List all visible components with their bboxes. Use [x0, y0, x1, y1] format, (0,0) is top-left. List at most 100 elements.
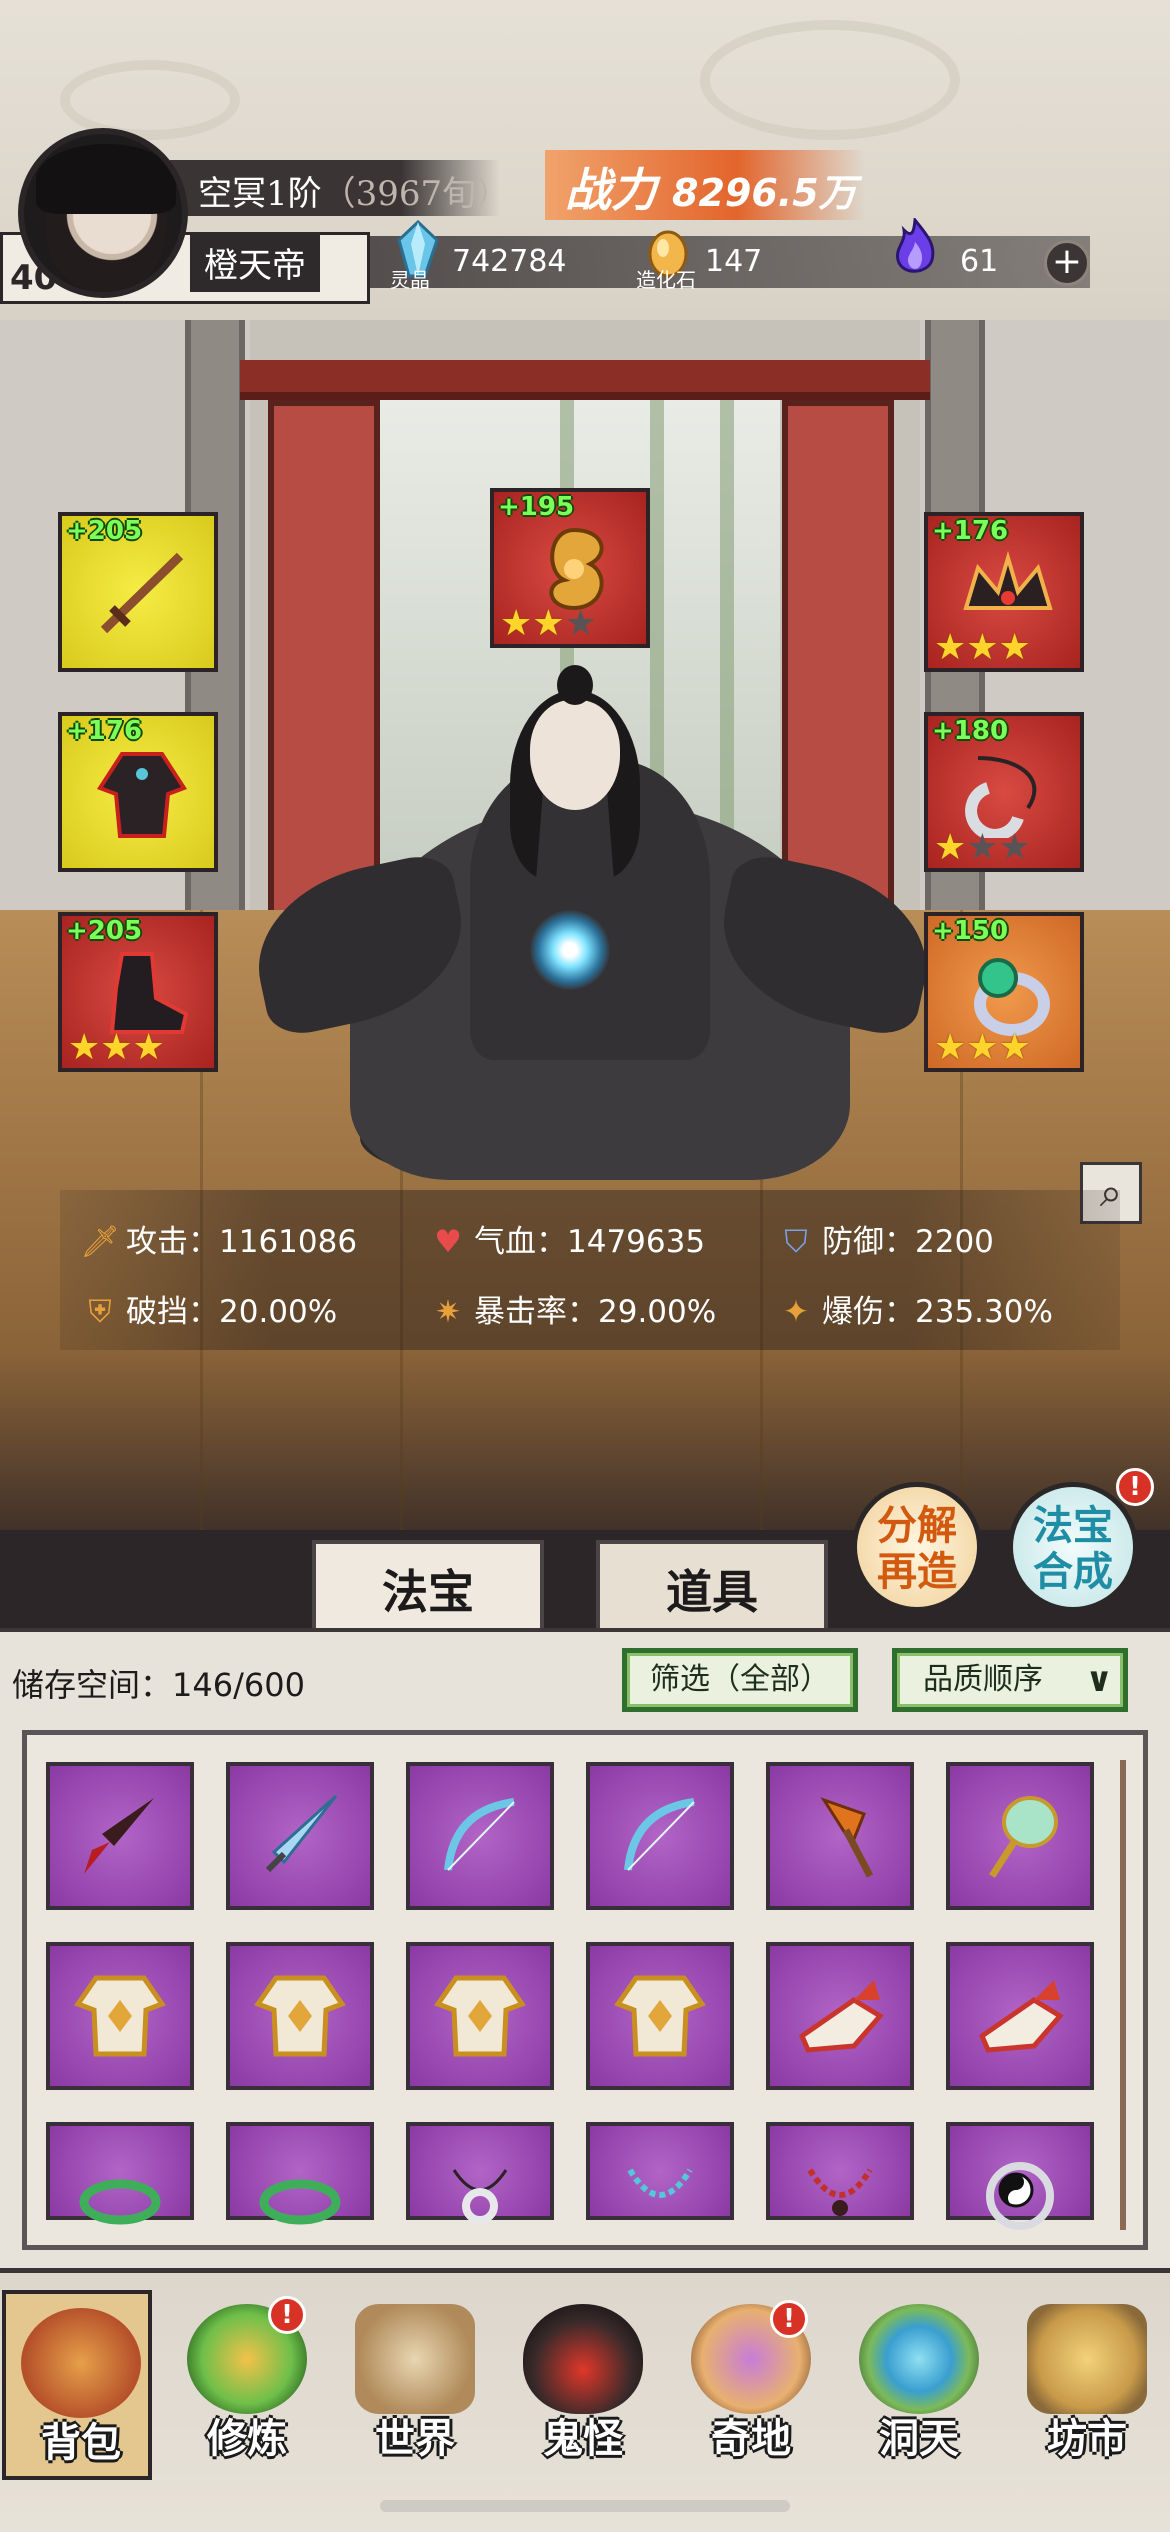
character-bun: [557, 665, 593, 705]
pendant-icon: [452, 2169, 508, 2224]
filter-button[interactable]: 筛选（全部）: [622, 1648, 858, 1712]
decompose-button[interactable]: 分解 再造: [852, 1482, 982, 1612]
inventory-item[interactable]: [406, 1762, 554, 1910]
ring-icon: [958, 948, 1058, 1038]
resource-value: 742784: [452, 244, 567, 279]
home-indicator[interactable]: [380, 2500, 790, 2512]
nav-grotto[interactable]: 洞天: [844, 2290, 994, 2480]
inventory-item[interactable]: [586, 1762, 734, 1910]
stat-label: 暴击率：: [474, 1294, 598, 1330]
gold-armor-icon: [254, 1975, 346, 2057]
button-label: 法宝: [1033, 1502, 1113, 1549]
door: [782, 400, 894, 920]
inventory-item[interactable]: [46, 2122, 194, 2225]
gold-armor-icon: [614, 1975, 706, 2057]
inventory-item[interactable]: [586, 2122, 734, 2220]
equip-slot-ring[interactable]: +150 ★★★: [924, 912, 1084, 1072]
sort-label: 品质顺序: [923, 1662, 1043, 1697]
equip-level: +150: [932, 916, 1009, 946]
robe-icon: [92, 748, 192, 838]
inventory-item[interactable]: [406, 2122, 554, 2224]
gold-armor-icon: [74, 1975, 166, 2057]
power-label: 战力: [565, 163, 657, 217]
inventory-item[interactable]: [766, 1762, 914, 1910]
stat-label: 爆伤：: [822, 1294, 915, 1330]
purple-flame-icon: [890, 216, 936, 276]
nav-backpack[interactable]: 背包: [2, 2290, 152, 2480]
inventory-item[interactable]: [46, 1942, 194, 2090]
age-text: （3967旬）: [321, 174, 511, 214]
equip-level: +176: [932, 516, 1009, 546]
backpack-icon: [21, 2308, 141, 2418]
stat-label: 攻击：: [126, 1224, 219, 1260]
sword-icon: [92, 548, 192, 638]
synthesize-button[interactable]: 法宝 合成: [1008, 1482, 1138, 1612]
health-icon: ♥: [434, 1224, 462, 1260]
inventory-item[interactable]: [226, 1942, 374, 2090]
inventory-item[interactable]: [226, 2122, 374, 2225]
inventory-item[interactable]: [586, 1942, 734, 2090]
nav-label: 洞天: [879, 2415, 959, 2462]
equip-slot-boots[interactable]: +205 ★★★: [58, 912, 218, 1072]
game-screen: 40 空冥1阶（3967旬） 橙天帝 战力 8296.5万 灵晶 742784 …: [0, 0, 1170, 2532]
winged-boots-icon: [978, 1980, 1064, 2053]
inventory-item[interactable]: [46, 1762, 194, 1910]
inventory-item[interactable]: [226, 1762, 374, 1910]
equip-level: +176: [66, 716, 143, 746]
bead-necklace-icon: [627, 2168, 693, 2198]
crystal-sword-icon: [265, 1794, 338, 1873]
equip-slot-crown[interactable]: +176 ★★★: [924, 512, 1084, 672]
equip-level: +205: [66, 916, 143, 946]
nav-label: 世界: [375, 2415, 455, 2462]
avatar-hair: [36, 144, 176, 214]
stat-health: ♥ 气血：1479635: [428, 1216, 705, 1261]
alert-badge: !: [770, 2300, 808, 2338]
character-head: [530, 700, 620, 810]
leaf-wreath-icon: [259, 2179, 341, 2225]
equip-stars: ★★★: [934, 827, 1031, 868]
boots-icon: [92, 948, 192, 1038]
beam: [240, 360, 930, 400]
avatar[interactable]: [18, 128, 188, 298]
equip-slot-amulet[interactable]: +180 ★★★: [924, 712, 1084, 872]
inventory-item[interactable]: [766, 1942, 914, 2090]
stat-defense: ⛉ 防御：2200: [776, 1216, 994, 1261]
player-name[interactable]: 橙天帝: [190, 232, 320, 292]
resource-caption: 造化石: [636, 268, 696, 292]
crit-damage-icon: ✦: [783, 1294, 809, 1330]
crown-icon: [958, 548, 1058, 638]
gold-armor-icon: [434, 1975, 526, 2057]
stat-value: 2200: [915, 1224, 994, 1260]
scrollbar[interactable]: [1120, 1760, 1126, 2230]
equip-slot-armor[interactable]: +176: [58, 712, 218, 872]
tab-items[interactable]: 道具: [596, 1540, 828, 1640]
nav-label: 修炼: [207, 2415, 287, 2462]
equip-slot-talisman[interactable]: +195 ★★★: [490, 488, 650, 648]
alert-badge: !: [1116, 1468, 1154, 1506]
axe-icon: [820, 1797, 874, 1878]
nav-market[interactable]: 坊市: [1012, 2290, 1162, 2480]
equip-stars: ★★★: [934, 627, 1031, 668]
stat-crit-damage: ✦ 爆伤：235.30%: [776, 1286, 1053, 1331]
sort-dropdown[interactable]: 品质顺序 ∨: [892, 1648, 1128, 1712]
equip-level: +205: [66, 516, 143, 546]
stat-block-break: ⛨ 破挡：20.00%: [80, 1286, 337, 1331]
nav-demons[interactable]: 鬼怪: [508, 2290, 658, 2480]
resource-value: 61: [960, 244, 999, 279]
button-label: 分解: [877, 1502, 957, 1549]
inventory-item[interactable]: [406, 1942, 554, 2090]
inventory-item[interactable]: [766, 2122, 914, 2220]
nav-world[interactable]: 世界: [340, 2290, 490, 2480]
inventory-item[interactable]: [946, 2122, 1094, 2230]
inventory-item[interactable]: [946, 1762, 1094, 1910]
equip-slot-weapon[interactable]: +205: [58, 512, 218, 672]
inventory-item[interactable]: [946, 1942, 1094, 2090]
equip-stars: ★★★: [934, 1027, 1031, 1068]
demon-egg-icon: [523, 2304, 643, 2414]
stat-label: 破挡：: [126, 1294, 219, 1330]
add-resource-button[interactable]: +: [1044, 240, 1090, 286]
tab-treasure[interactable]: 法宝: [312, 1540, 544, 1640]
stat-label: 防御：: [822, 1224, 915, 1260]
stat-value: 29.00%: [598, 1294, 717, 1330]
stat-value: 1479635: [567, 1224, 706, 1260]
